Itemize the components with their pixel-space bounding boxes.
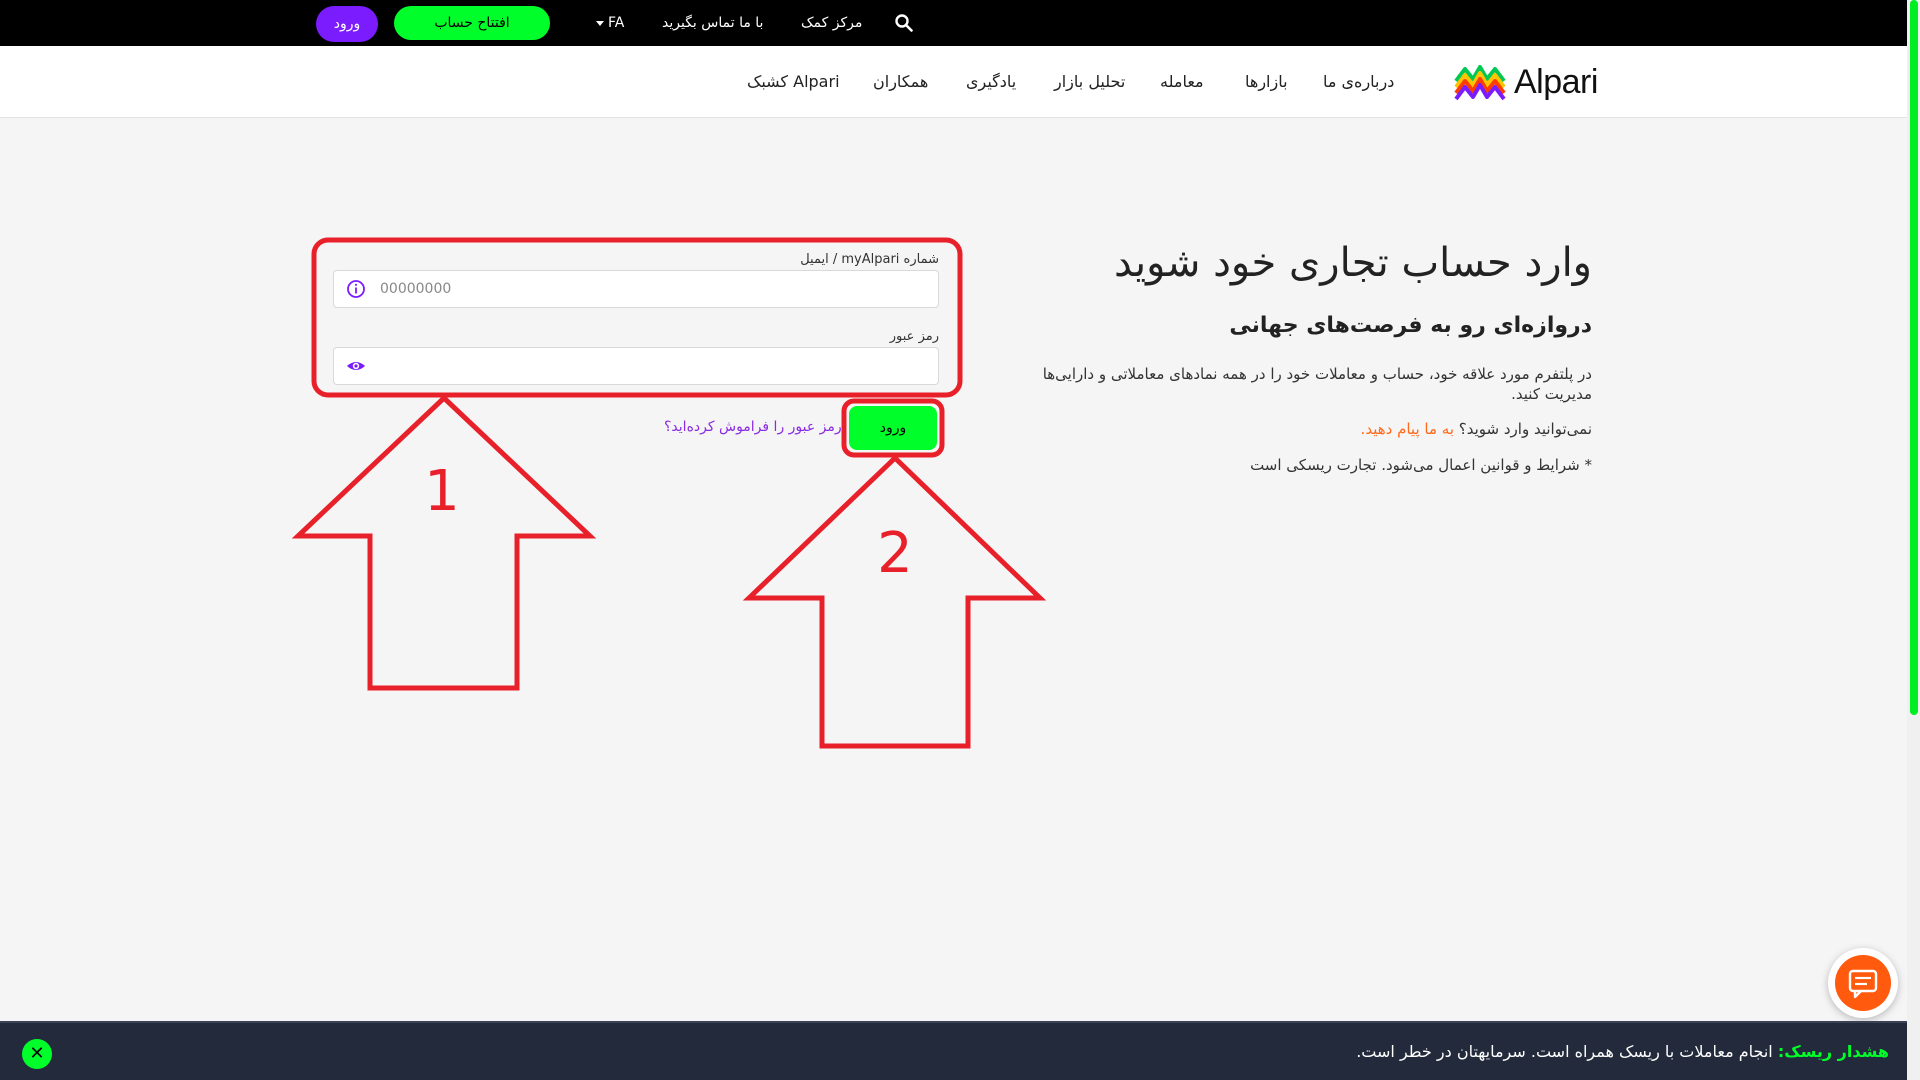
close-icon[interactable]: ✕ xyxy=(22,1039,52,1069)
risk-warning-bar: ✕ هشدار ریسک: انجام معاملات با ریسک همرا… xyxy=(0,1021,1907,1080)
risk-warning-label: هشدار ریسک: xyxy=(1777,1042,1889,1061)
scrollbar-thumb[interactable] xyxy=(1910,0,1918,715)
risk-warning-message: انجام معاملات با ریسک همراه است. سرمایهت… xyxy=(1356,1042,1778,1061)
annotation-overlay: 1 2 xyxy=(291,237,1047,749)
login-highlight-box xyxy=(841,398,945,458)
risk-warning-text: هشدار ریسک: انجام معاملات با ریسک همراه … xyxy=(1356,1023,1889,1080)
annotation-label-2: 2 xyxy=(877,521,913,586)
vertical-scrollbar[interactable] xyxy=(1907,0,1920,1080)
chat-bubble xyxy=(1835,955,1891,1011)
annotation-label-1: 1 xyxy=(424,459,460,524)
annotation-arrow-2 xyxy=(742,454,1047,749)
chat-widget-button[interactable] xyxy=(1828,948,1898,1018)
form-highlight-box xyxy=(311,237,963,398)
chat-icon xyxy=(1848,969,1878,999)
annotation-arrow-1 xyxy=(291,394,597,691)
